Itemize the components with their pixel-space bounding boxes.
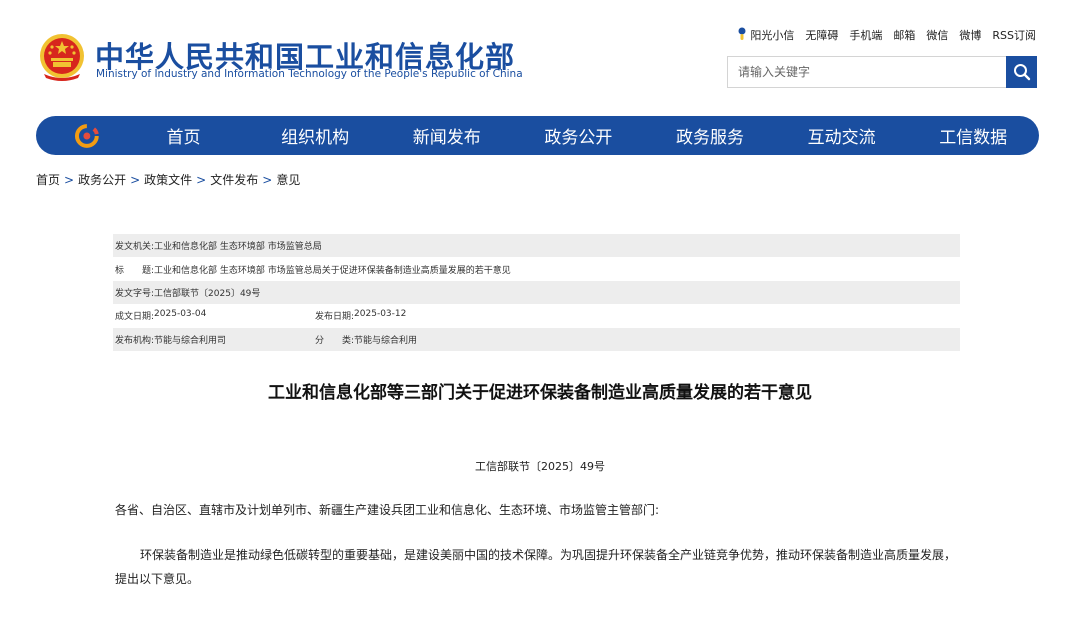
nav-item-government-affairs[interactable]: 政务公开	[513, 123, 645, 148]
meta-label: 发文机关:	[115, 242, 155, 253]
breadcrumb-separator: >	[64, 173, 75, 187]
nav-item-organization[interactable]: 组织机构	[249, 123, 381, 148]
nav-item-home[interactable]: 首页	[118, 123, 250, 148]
nav-item-news[interactable]: 新闻发布	[381, 123, 513, 148]
breadcrumb: 首页 > 政务公开 > 政策文件 > 文件发布 > 意见	[36, 171, 300, 188]
meta-cell-category: 分 类: 节能与综合利用	[315, 333, 417, 346]
meta-row-dates: 成文日期: 2025-03-04 发布日期: 2025-03-12	[113, 304, 960, 327]
article-paragraph: 环保装备制造业是推动绿色低碳转型的重要基础，是建设美丽中国的技术保障。为巩固提升…	[115, 548, 957, 586]
breadcrumb-home[interactable]: 首页	[36, 173, 60, 187]
nav-item-interaction[interactable]: 互动交流	[776, 123, 908, 148]
national-emblem-icon	[40, 34, 84, 81]
meta-cell-published: 发布日期: 2025-03-12	[315, 309, 406, 322]
meta-value: 2025-03-12	[354, 309, 407, 320]
nav-item-services[interactable]: 政务服务	[644, 123, 776, 148]
top-link-sunshine[interactable]: 阳光小信	[737, 27, 794, 43]
meta-cell-agency: 发布机构: 节能与综合利用司	[115, 333, 315, 346]
meta-value: 工信部联节〔2025〕49号	[154, 288, 261, 299]
article-title: 工业和信息化部等三部门关于促进环保装备制造业高质量发展的若干意见	[268, 383, 812, 403]
top-link-label: 阳光小信	[750, 29, 795, 42]
top-link-weibo[interactable]: 微博	[959, 27, 981, 43]
search-button[interactable]	[1006, 56, 1037, 88]
top-link-mobile[interactable]: 手机端	[849, 27, 882, 43]
meta-row-document-number: 发文字号: 工信部联节〔2025〕49号	[113, 280, 960, 305]
meta-label: 成文日期:	[115, 312, 155, 323]
breadcrumb-opinions[interactable]: 意见	[276, 173, 300, 187]
top-link-accessibility[interactable]: 无障碍	[805, 27, 838, 43]
meta-value: 工业和信息化部 生态环境部 市场监管总局关于促进环保装备制造业高质量发展的若干意…	[154, 265, 511, 276]
meta-cell-created: 成文日期: 2025-03-04	[115, 309, 315, 322]
ministry-logo-icon	[75, 123, 99, 148]
meta-row-title: 标 题: 工业和信息化部 生态环境部 市场监管总局关于促进环保装备制造业高质量发…	[113, 257, 960, 280]
meta-label: 标 题:	[115, 265, 155, 276]
sunshine-mascot-icon	[738, 27, 746, 40]
meta-value: 节能与综合利用司	[154, 335, 227, 346]
top-link-rss[interactable]: RSS订阅	[992, 27, 1036, 43]
nav-item-data[interactable]: 工信数据	[907, 123, 1039, 148]
breadcrumb-separator: >	[130, 173, 141, 187]
search-box	[727, 56, 1007, 88]
meta-row-agency: 发布机构: 节能与综合利用司 分 类: 节能与综合利用	[113, 327, 960, 351]
meta-label: 分 类:	[315, 335, 355, 346]
site-subtitle: Ministry of Industry and Information Tec…	[96, 68, 523, 80]
breadcrumb-document-release[interactable]: 文件发布	[210, 173, 258, 187]
meta-value: 2025-03-04	[154, 309, 207, 320]
meta-value: 工业和信息化部 生态环境部 市场监管总局	[154, 242, 322, 253]
breadcrumb-separator: >	[196, 173, 207, 187]
document-metadata-table: 发文机关: 工业和信息化部 生态环境部 市场监管总局 标 题: 工业和信息化部 …	[113, 234, 960, 351]
breadcrumb-separator: >	[262, 173, 273, 187]
main-nav: 首页 组织机构 新闻发布 政务公开 政务服务 互动交流 工信数据	[36, 116, 1039, 155]
article-addressee: 各省、自治区、直辖市及计划单列市、新疆生产建设兵团工业和信息化、生态环境、市场监…	[115, 503, 660, 517]
search-icon	[1013, 64, 1030, 81]
article-document-number: 工信部联节〔2025〕49号	[475, 460, 605, 473]
top-link-wechat[interactable]: 微信	[926, 27, 948, 43]
breadcrumb-policy-documents[interactable]: 政策文件	[144, 173, 192, 187]
meta-label: 发文字号:	[115, 288, 155, 299]
meta-value: 节能与综合利用	[354, 335, 418, 346]
top-links: 阳光小信 无障碍 手机端 邮箱 微信 微博 RSS订阅	[737, 27, 1036, 43]
meta-row-issuer: 发文机关: 工业和信息化部 生态环境部 市场监管总局	[113, 234, 960, 258]
breadcrumb-government-affairs[interactable]: 政务公开	[78, 173, 126, 187]
meta-label: 发布机构:	[115, 335, 155, 346]
meta-label: 发布日期:	[315, 312, 355, 323]
search-input[interactable]	[728, 57, 1006, 87]
top-link-mailbox[interactable]: 邮箱	[893, 27, 915, 43]
